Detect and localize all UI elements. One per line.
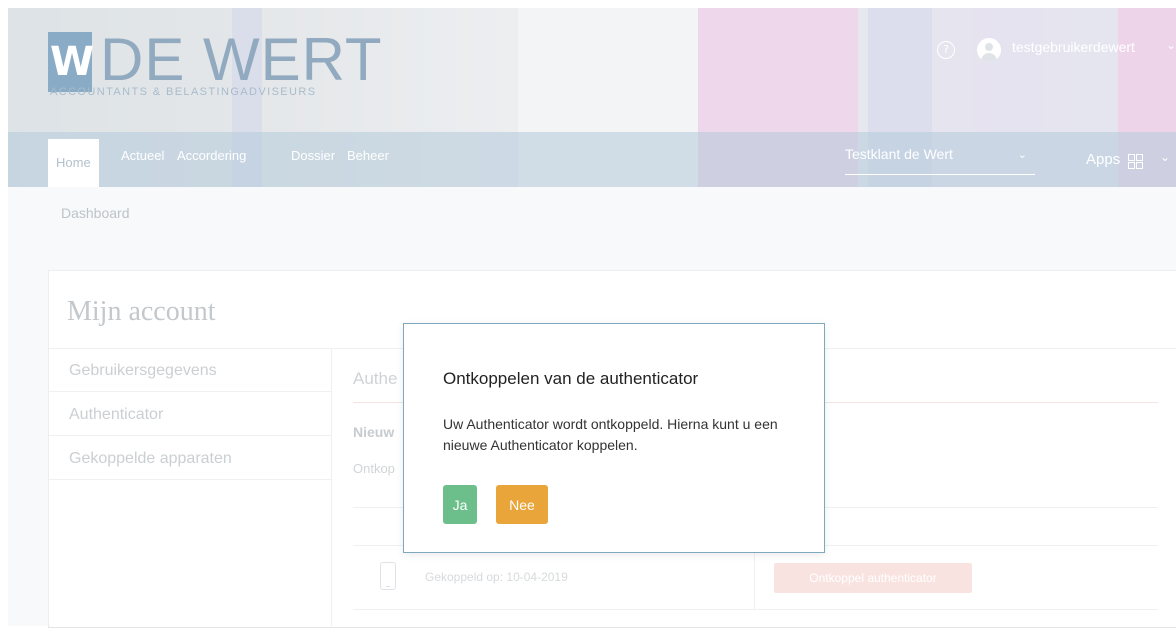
no-button[interactable]: Nee xyxy=(496,485,548,524)
yes-button[interactable]: Ja xyxy=(443,485,477,524)
confirm-dialog: Ontkoppelen van de authenticator Uw Auth… xyxy=(403,323,825,553)
dialog-title: Ontkoppelen van de authenticator xyxy=(443,369,699,388)
dialog-message: Uw Authenticator wordt ontkoppeld. Hiern… xyxy=(443,416,778,453)
